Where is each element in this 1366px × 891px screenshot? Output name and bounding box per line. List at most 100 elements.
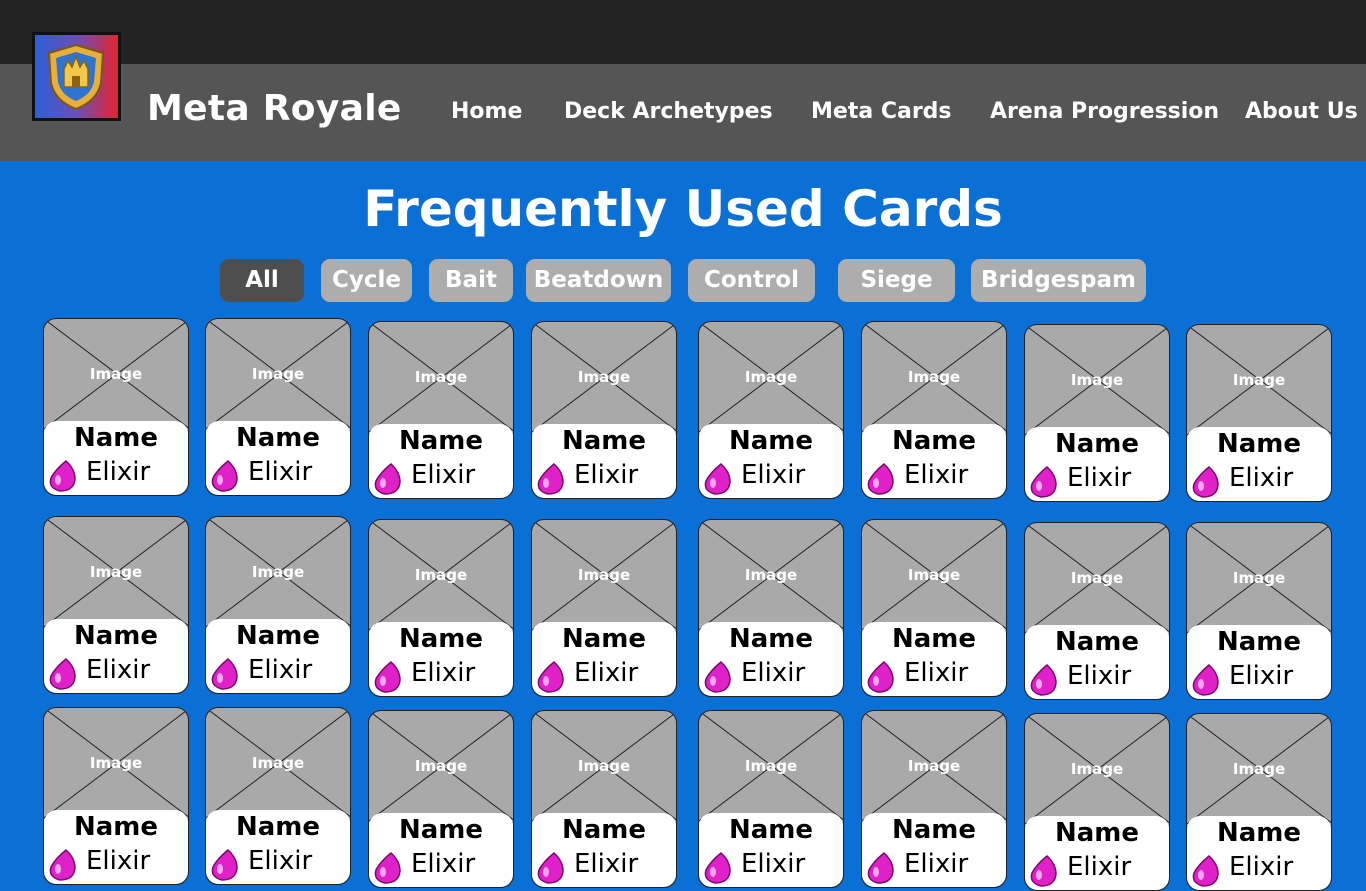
- card-elixir: Elixir: [411, 658, 476, 688]
- nav-meta-cards[interactable]: Meta Cards: [811, 99, 952, 124]
- card-name: Name: [235, 621, 321, 651]
- card-info: Name Elixir: [862, 424, 1006, 498]
- page-title: Frequently Used Cards: [363, 180, 1003, 238]
- card-name: Name: [1216, 818, 1302, 848]
- card-item[interactable]: Image Name Elixir: [1186, 522, 1332, 700]
- card-info: Name Elixir: [44, 619, 188, 693]
- filter-siege[interactable]: Siege: [838, 259, 955, 302]
- card-item[interactable]: Image Name Elixir: [43, 516, 189, 694]
- card-item[interactable]: Image Name Elixir: [1024, 324, 1170, 502]
- card-image-label: Image: [907, 757, 961, 775]
- filter-beatdown[interactable]: Beatdown: [526, 259, 671, 302]
- card-image-label: Image: [744, 757, 798, 775]
- card-elixir: Elixir: [86, 655, 151, 685]
- card-item[interactable]: Image Name Elixir: [531, 710, 677, 888]
- card-elixir: Elixir: [741, 849, 806, 879]
- elixir-drop-icon: [49, 849, 76, 881]
- card-info: Name Elixir: [44, 421, 188, 495]
- card-info: Name Elixir: [1187, 427, 1331, 501]
- filter-cycle[interactable]: Cycle: [321, 259, 412, 302]
- card-image-label: Image: [414, 566, 468, 584]
- card-image-label: Image: [1070, 760, 1124, 778]
- card-info: Name Elixir: [532, 813, 676, 887]
- card-info: Name Elixir: [862, 622, 1006, 696]
- card-image-label: Image: [907, 368, 961, 386]
- card-name: Name: [561, 815, 647, 845]
- card-item[interactable]: Image Name Elixir: [43, 318, 189, 496]
- card-image-label: Image: [577, 757, 631, 775]
- card-name: Name: [235, 423, 321, 453]
- card-name: Name: [1054, 818, 1140, 848]
- card-item[interactable]: Image Name Elixir: [1186, 713, 1332, 891]
- card-info: Name Elixir: [862, 813, 1006, 887]
- top-bar: [0, 0, 1366, 64]
- elixir-drop-icon: [537, 661, 564, 693]
- card-name: Name: [891, 426, 977, 456]
- card-item[interactable]: Image Name Elixir: [1186, 324, 1332, 502]
- card-name: Name: [1054, 627, 1140, 657]
- card-item[interactable]: Image Name Elixir: [205, 707, 351, 885]
- nav-home[interactable]: Home: [451, 99, 522, 124]
- filter-control[interactable]: Control: [688, 259, 815, 302]
- card-elixir: Elixir: [904, 460, 969, 490]
- elixir-drop-icon: [1030, 466, 1057, 498]
- card-elixir: Elixir: [1229, 852, 1294, 882]
- card-item[interactable]: Image Name Elixir: [205, 516, 351, 694]
- elixir-drop-icon: [537, 852, 564, 884]
- nav-deck-archetypes[interactable]: Deck Archetypes: [564, 99, 773, 124]
- card-item[interactable]: Image Name Elixir: [368, 519, 514, 697]
- card-item[interactable]: Image Name Elixir: [861, 321, 1007, 499]
- card-image-label: Image: [414, 368, 468, 386]
- card-elixir: Elixir: [574, 658, 639, 688]
- card-item[interactable]: Image Name Elixir: [531, 519, 677, 697]
- elixir-drop-icon: [867, 463, 894, 495]
- card-info: Name Elixir: [369, 622, 513, 696]
- nav-arena-progression[interactable]: Arena Progression: [990, 99, 1219, 124]
- card-info: Name Elixir: [1187, 625, 1331, 699]
- filter-bridgespam[interactable]: Bridgespam: [971, 259, 1146, 302]
- card-item[interactable]: Image Name Elixir: [43, 707, 189, 885]
- elixir-drop-icon: [704, 463, 731, 495]
- card-item[interactable]: Image Name Elixir: [698, 710, 844, 888]
- card-item[interactable]: Image Name Elixir: [861, 519, 1007, 697]
- card-item[interactable]: Image Name Elixir: [698, 321, 844, 499]
- card-image-label: Image: [251, 563, 305, 581]
- card-image-label: Image: [907, 566, 961, 584]
- elixir-drop-icon: [211, 849, 238, 881]
- card-info: Name Elixir: [699, 622, 843, 696]
- logo[interactable]: [32, 32, 121, 121]
- card-item[interactable]: Image Name Elixir: [861, 710, 1007, 888]
- elixir-drop-icon: [704, 852, 731, 884]
- card-info: Name Elixir: [1025, 625, 1169, 699]
- card-item[interactable]: Image Name Elixir: [1024, 713, 1170, 891]
- filter-all[interactable]: All: [220, 259, 304, 302]
- card-item[interactable]: Image Name Elixir: [698, 519, 844, 697]
- elixir-drop-icon: [1030, 855, 1057, 887]
- card-item[interactable]: Image Name Elixir: [368, 321, 514, 499]
- card-elixir: Elixir: [1067, 661, 1132, 691]
- card-info: Name Elixir: [699, 424, 843, 498]
- card-name: Name: [1054, 429, 1140, 459]
- elixir-drop-icon: [867, 661, 894, 693]
- card-item[interactable]: Image Name Elixir: [1024, 522, 1170, 700]
- card-item[interactable]: Image Name Elixir: [531, 321, 677, 499]
- crown-shield-icon: [47, 43, 105, 111]
- filter-bait[interactable]: Bait: [429, 259, 513, 302]
- card-name: Name: [398, 426, 484, 456]
- elixir-drop-icon: [211, 460, 238, 492]
- card-elixir: Elixir: [1067, 463, 1132, 493]
- elixir-drop-icon: [1192, 466, 1219, 498]
- card-elixir: Elixir: [248, 457, 313, 487]
- card-item[interactable]: Image Name Elixir: [205, 318, 351, 496]
- card-elixir: Elixir: [86, 457, 151, 487]
- card-info: Name Elixir: [206, 619, 350, 693]
- card-name: Name: [1216, 429, 1302, 459]
- card-image-label: Image: [89, 754, 143, 772]
- card-elixir: Elixir: [904, 658, 969, 688]
- card-image-label: Image: [1070, 569, 1124, 587]
- card-info: Name Elixir: [369, 424, 513, 498]
- card-name: Name: [891, 815, 977, 845]
- card-name: Name: [728, 426, 814, 456]
- nav-about-us[interactable]: About Us: [1245, 99, 1358, 124]
- card-item[interactable]: Image Name Elixir: [368, 710, 514, 888]
